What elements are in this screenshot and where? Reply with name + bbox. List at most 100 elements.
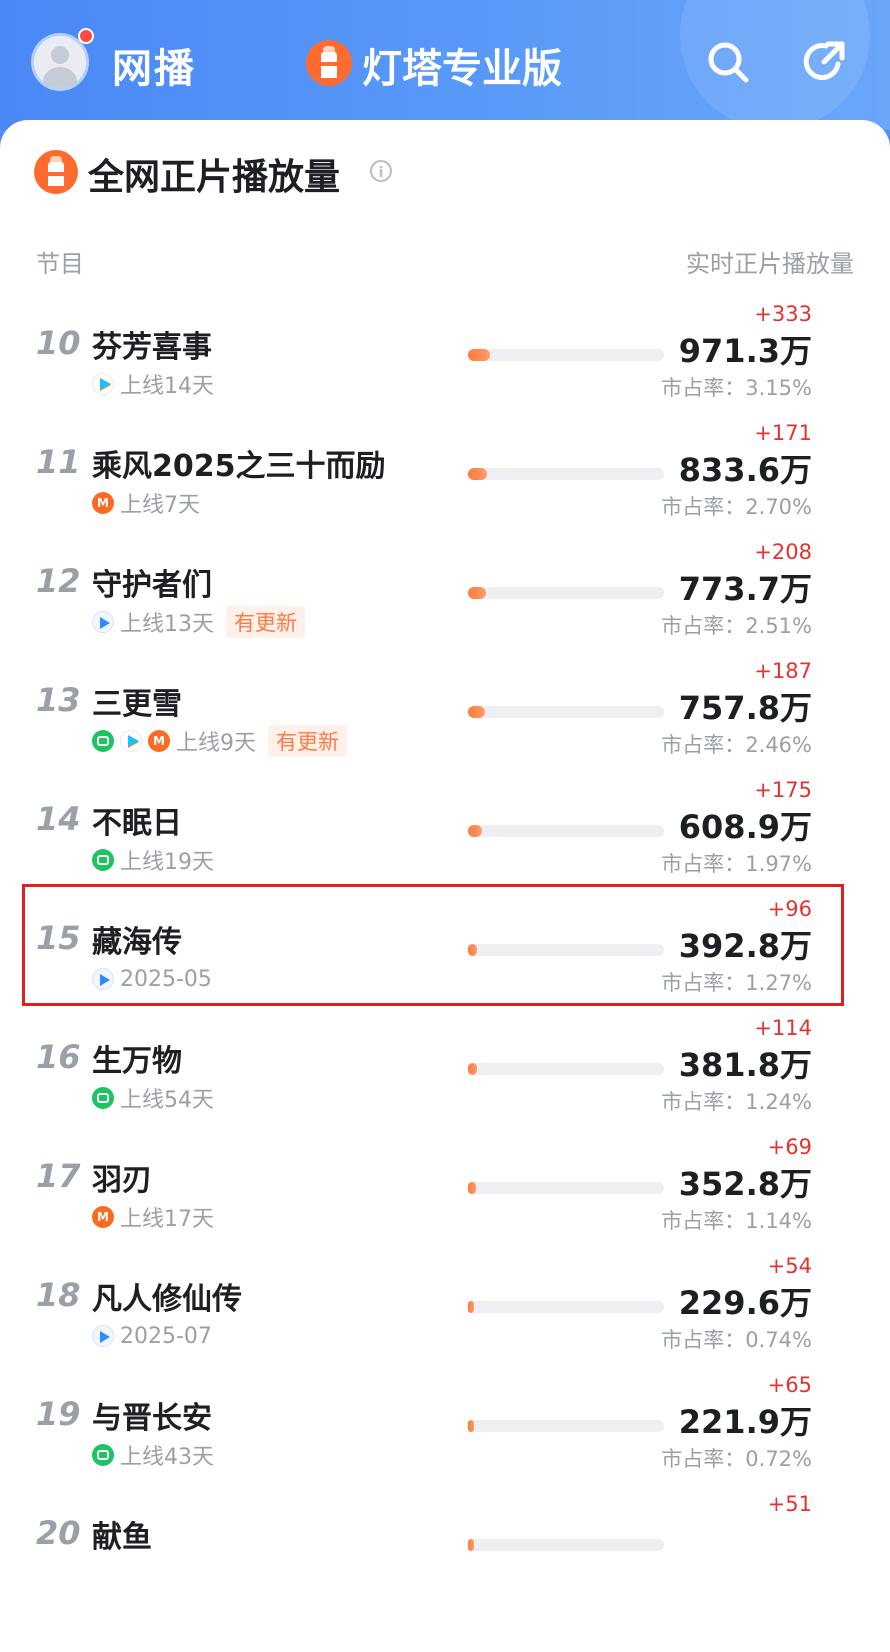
delta-value: +208 (754, 540, 812, 564)
info-icon[interactable]: i (370, 160, 392, 182)
share-bar-fill (468, 587, 486, 599)
market-share: 市占率：3.15% (661, 376, 812, 400)
list-item[interactable]: 20 献鱼 +51 (0, 1486, 890, 1605)
column-header-program: 节目 (36, 250, 84, 278)
view-count: 971.3万 (678, 332, 812, 370)
avatar[interactable] (34, 36, 86, 88)
program-name[interactable]: 凡人修仙传 (92, 1274, 242, 1318)
list-item[interactable]: 17 羽刃 mgtv 上线17天 +69 352.8万市占率：1.14% (0, 1129, 890, 1248)
program-name[interactable]: 献鱼 (92, 1512, 152, 1556)
rank-number: 19 (36, 1395, 81, 1433)
list-item[interactable]: 10 芬芳喜事 youku 上线14天 +333 971.3万市占率：3.15% (0, 296, 890, 415)
share-bar-track (468, 587, 664, 599)
rank-number: 11 (36, 443, 81, 481)
share-bar-track (468, 706, 664, 718)
update-badge: 有更新 (226, 606, 305, 638)
share-bar-fill (468, 1301, 474, 1313)
program-name[interactable]: 守护者们 (92, 560, 212, 604)
iqiyi-icon: iqiyi (92, 849, 114, 871)
tencent-icon: tencent (92, 1325, 114, 1347)
share-bar-track (468, 349, 664, 361)
status-text: 上线17天 (120, 1207, 214, 1232)
view-count: 608.9万 (678, 808, 812, 846)
rank-number: 18 (36, 1276, 81, 1314)
share-bar-fill (468, 1420, 474, 1432)
share-bar-fill (468, 349, 490, 361)
program-name[interactable]: 羽刃 (92, 1155, 152, 1199)
rank-number: 12 (36, 562, 81, 600)
delta-value: +69 (767, 1135, 812, 1159)
search-icon[interactable] (704, 38, 752, 86)
share-bar-track (468, 825, 664, 837)
market-share: 市占率：2.70% (661, 495, 812, 519)
program-meta: mgtv 上线17天 (92, 1202, 214, 1232)
tab-web[interactable]: 网播 (112, 36, 196, 94)
program-name[interactable]: 三更雪 (92, 679, 182, 723)
share-bar-track (468, 1420, 664, 1432)
mgtv-icon: mgtv (92, 1206, 114, 1228)
list-item[interactable]: 16 生万物 iqiyi 上线54天 +114 381.8万市占率：1.24% (0, 1010, 890, 1129)
highlight-box (22, 884, 844, 1006)
delta-value: +187 (754, 659, 812, 683)
program-meta: iqiyi youku mgtv 上线9天有更新 (92, 725, 347, 757)
status-text: 上线14天 (120, 374, 214, 399)
share-bar-track (468, 1539, 664, 1551)
lighthouse-icon (306, 40, 352, 86)
view-count: 757.8万 (678, 689, 812, 727)
delta-value: +65 (767, 1373, 812, 1397)
delta-value: +333 (754, 302, 812, 326)
share-bar-fill (468, 1539, 474, 1551)
youku-icon: youku (120, 730, 142, 752)
delta-value: +51 (767, 1492, 812, 1516)
mgtv-icon: mgtv (148, 730, 170, 752)
view-count: 773.7万 (678, 570, 812, 608)
view-count: 229.6万 (678, 1284, 812, 1322)
rank-number: 16 (36, 1038, 81, 1076)
delta-value: +114 (754, 1016, 812, 1040)
list-item[interactable]: 19 与晋长安 iqiyi 上线43天 +65 221.9万市占率：0.72% (0, 1367, 890, 1486)
share-bar-fill (468, 468, 487, 480)
program-meta: youku 上线14天 (92, 369, 214, 399)
status-text: 上线13天 (120, 612, 214, 637)
share-bar-fill (468, 1063, 477, 1075)
market-share: 市占率：1.14% (661, 1209, 812, 1233)
lighthouse-icon (34, 150, 78, 194)
column-header-views[interactable]: 实时正片播放量 (686, 244, 854, 279)
page-title: 全网正片播放量 (88, 157, 341, 198)
delta-value: +54 (767, 1254, 812, 1278)
iqiyi-icon: iqiyi (92, 1444, 114, 1466)
status-text: 上线7天 (120, 493, 200, 518)
program-name[interactable]: 不眠日 (92, 798, 182, 842)
market-share: 市占率：2.46% (661, 733, 812, 757)
share-icon[interactable] (800, 38, 848, 86)
list-item[interactable]: 13 三更雪 iqiyi youku mgtv 上线9天有更新 +187 757.8万市占率：… (0, 653, 890, 772)
program-name[interactable]: 生万物 (92, 1036, 182, 1080)
list-item[interactable]: 18 凡人修仙传 tencent 2025-07 +54 229.6万市占率：0.74% (0, 1248, 890, 1367)
mgtv-icon: mgtv (92, 492, 114, 514)
list-item[interactable]: 11 乘风2025之三十而励 mgtv 上线7天 +171 833.6万市占率：2.70% (0, 415, 890, 534)
iqiyi-icon: iqiyi (92, 730, 114, 752)
rank-number: 13 (36, 681, 81, 719)
delta-value: +175 (754, 778, 812, 802)
market-share: 市占率：2.51% (661, 614, 812, 638)
market-share: 市占率：1.24% (661, 1090, 812, 1114)
program-meta: tencent 2025-07 (92, 1321, 212, 1351)
tab-lighthouse-pro[interactable]: 灯塔专业版 (362, 36, 562, 94)
program-name[interactable]: 乘风2025之三十而励 (92, 441, 386, 485)
tencent-icon: tencent (92, 611, 114, 633)
program-name[interactable]: 芬芳喜事 (92, 322, 212, 366)
list-item[interactable]: 12 守护者们 tencent 上线13天有更新 +208 773.7万市占率：2.51% (0, 534, 890, 653)
list-item[interactable]: 14 不眠日 iqiyi 上线19天 +175 608.9万市占率：1.97% (0, 772, 890, 891)
market-share: 市占率：0.72% (661, 1447, 812, 1471)
status-text: 上线54天 (120, 1088, 214, 1113)
program-meta: iqiyi 上线19天 (92, 845, 214, 875)
program-meta: mgtv 上线7天 (92, 488, 200, 518)
share-bar-track (468, 1063, 664, 1075)
share-bar-track (468, 1301, 664, 1313)
notification-dot (78, 28, 94, 44)
market-share: 市占率：0.74% (661, 1328, 812, 1352)
share-bar-fill (468, 1182, 476, 1194)
view-count: 221.9万 (678, 1403, 812, 1441)
status-text: 上线43天 (120, 1445, 214, 1470)
program-name[interactable]: 与晋长安 (92, 1393, 212, 1437)
